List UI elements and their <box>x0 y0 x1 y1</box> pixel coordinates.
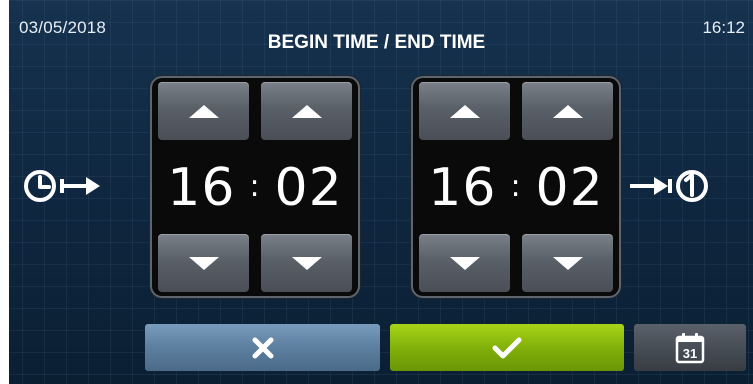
calendar-day-number: 31 <box>683 346 697 361</box>
begin-minutes-up-button[interactable] <box>261 82 352 140</box>
end-time-display: 16 : 02 <box>413 148 619 228</box>
end-minutes-value: 02 <box>535 158 604 218</box>
begin-time-icon <box>22 166 132 211</box>
end-time-icon <box>630 166 740 211</box>
begin-time-separator: : <box>249 168 261 204</box>
begin-time-panel: 16 : 02 <box>152 78 358 296</box>
begin-minutes-down-button[interactable] <box>261 234 352 292</box>
triangle-down-icon <box>449 256 480 270</box>
triangle-down-icon <box>552 256 583 270</box>
calendar-button[interactable]: 31 <box>634 324 746 371</box>
begin-minutes-value: 02 <box>274 158 343 218</box>
confirm-button[interactable] <box>390 324 624 371</box>
begin-hours-up-button[interactable] <box>158 82 249 140</box>
close-icon <box>252 337 273 358</box>
triangle-down-icon <box>188 256 219 270</box>
end-hours-value: 16 <box>428 158 497 218</box>
current-time: 16:12 <box>702 18 745 37</box>
calendar-icon: 31 <box>675 332 705 363</box>
triangle-up-icon <box>552 104 583 118</box>
triangle-up-icon <box>449 104 480 118</box>
end-hours-down-button[interactable] <box>419 234 510 292</box>
triangle-up-icon <box>188 104 219 118</box>
begin-hours-down-button[interactable] <box>158 234 249 292</box>
end-hours-up-button[interactable] <box>419 82 510 140</box>
begin-hours-value: 16 <box>167 158 236 218</box>
end-minutes-up-button[interactable] <box>522 82 613 140</box>
cancel-button[interactable] <box>145 324 380 371</box>
triangle-down-icon <box>291 256 322 270</box>
triangle-up-icon <box>291 104 322 118</box>
page-title: BEGIN TIME / END TIME <box>267 32 486 53</box>
screen-left-edge <box>0 0 9 384</box>
begin-time-display: 16 : 02 <box>152 148 358 228</box>
checkmark-icon <box>492 337 522 358</box>
end-time-panel: 16 : 02 <box>413 78 619 296</box>
end-minutes-down-button[interactable] <box>522 234 613 292</box>
end-time-separator: : <box>510 168 522 204</box>
